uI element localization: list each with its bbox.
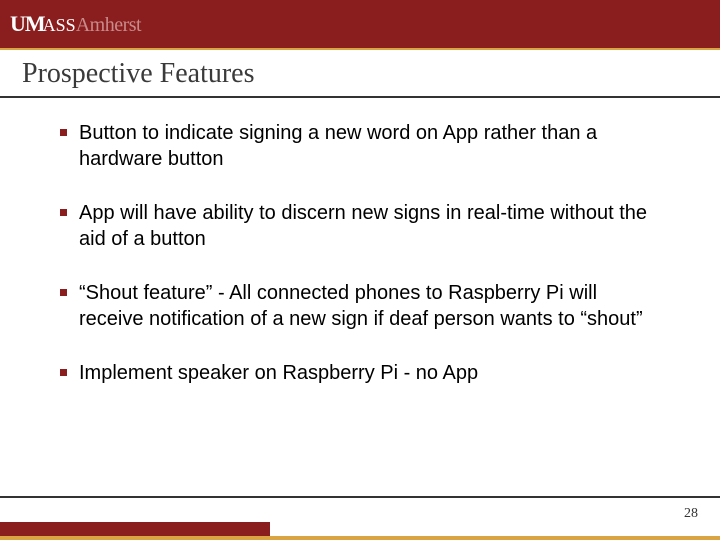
bullet-icon [60, 369, 67, 376]
footer-line [0, 496, 720, 498]
bullet-icon [60, 209, 67, 216]
footer-accent-line [0, 536, 720, 540]
page-number: 28 [684, 506, 698, 522]
slide-title: Prospective Features [22, 58, 255, 90]
bullet-text: Implement speaker on Raspberry Pi - no A… [79, 360, 478, 386]
title-underline [0, 96, 720, 98]
logo-ass: ASS [43, 15, 76, 36]
bullet-text: “Shout feature” - All connected phones t… [79, 280, 660, 332]
list-item: Button to indicate signing a new word on… [60, 120, 660, 172]
bullet-text: Button to indicate signing a new word on… [79, 120, 660, 172]
header-accent-line [0, 48, 720, 50]
bullet-text: App will have ability to discern new sig… [79, 200, 660, 252]
list-item: App will have ability to discern new sig… [60, 200, 660, 252]
footer-bar [0, 522, 270, 536]
list-item: “Shout feature” - All connected phones t… [60, 280, 660, 332]
bullet-icon [60, 289, 67, 296]
logo-um: UM [10, 11, 45, 36]
content-area: Button to indicate signing a new word on… [60, 120, 660, 414]
logo-amherst: Amherst [76, 14, 141, 37]
umass-logo: UMASSAmherst [10, 11, 141, 37]
list-item: Implement speaker on Raspberry Pi - no A… [60, 360, 660, 386]
bullet-icon [60, 129, 67, 136]
header-bar: UMASSAmherst [0, 0, 720, 48]
